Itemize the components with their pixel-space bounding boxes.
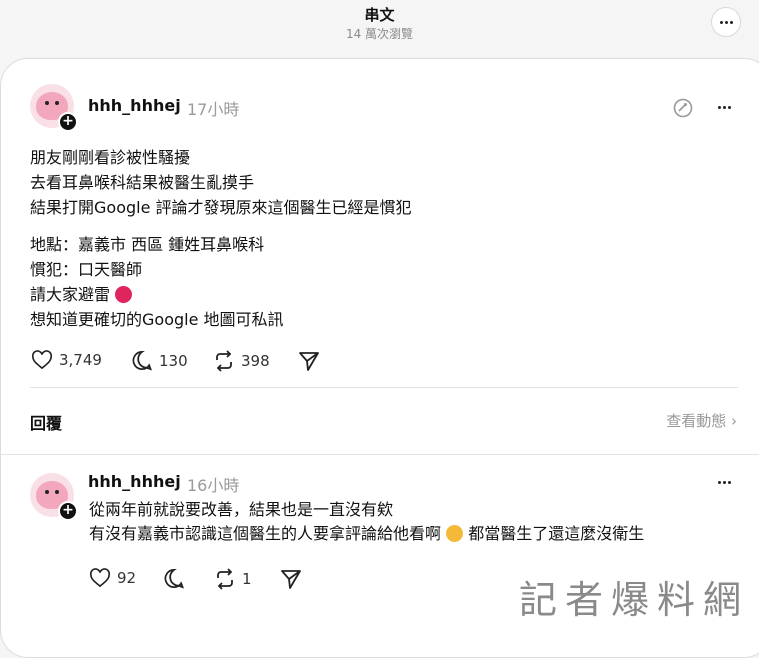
post-line: 想知道更確切的Google 地圖可私訊: [30, 310, 284, 329]
repost-count: 1: [242, 570, 252, 588]
reply-share-button[interactable]: [280, 568, 308, 590]
post-more-button[interactable]: [718, 106, 731, 109]
post-line: 朋友剛剛看診被性騷擾: [30, 148, 191, 167]
avatar[interactable]: +: [30, 473, 78, 521]
divider: [0, 454, 759, 455]
more-icon: [719, 20, 733, 24]
repost-button[interactable]: 398: [213, 350, 270, 372]
more-icon: [718, 106, 731, 109]
share-button[interactable]: [298, 350, 326, 372]
repost-count: 398: [241, 352, 270, 370]
reply-username[interactable]: hhh_hhhej: [88, 472, 181, 491]
activity-icon[interactable]: [672, 97, 694, 123]
replies-label: 回覆: [30, 414, 63, 433]
comment-button[interactable]: 130: [131, 350, 188, 371]
post-line: 地點：嘉義市 西區 鍾姓耳鼻喉科: [30, 235, 265, 254]
avatar[interactable]: +: [30, 84, 78, 132]
like-count: 3,749: [59, 351, 102, 369]
repost-icon: [217, 568, 233, 590]
follow-plus-icon[interactable]: +: [58, 501, 78, 521]
page-title: 串文: [364, 6, 395, 24]
shocked-face-emoji-icon: [446, 525, 464, 542]
post-line: 結果打開Google 評論才發現原來這個醫生已經是慣犯: [30, 198, 412, 217]
reply-comment-button[interactable]: [163, 568, 191, 589]
divider: [30, 387, 738, 388]
more-icon: [718, 481, 731, 484]
reply-more-button[interactable]: [718, 481, 731, 484]
top-bar: 串文 14 萬次瀏覽: [0, 0, 759, 58]
watermark: 記者爆料網: [518, 578, 749, 622]
post-line: 去看耳鼻喉科結果被醫生亂摸手: [30, 173, 255, 192]
like-count: 92: [117, 569, 137, 587]
post-body-paragraph-1: 朋友剛剛看診被性騷擾 去看耳鼻喉科結果被醫生亂摸手 結果打開Google 評論才…: [30, 145, 412, 220]
reply-body: 從兩年前就說要改善，結果也是一直沒有欸 有沒有嘉義市認識這個醫生的人要拿評論給他…: [89, 498, 644, 546]
comment-icon: [132, 351, 153, 371]
heart-icon: [31, 350, 53, 370]
angry-face-emoji-icon: [115, 286, 133, 303]
like-button[interactable]: 3,749: [31, 350, 102, 370]
view-activity-link[interactable]: 查看動態 ›: [666, 410, 737, 431]
comment-count: 130: [159, 351, 188, 370]
send-icon: [281, 570, 301, 589]
follow-plus-icon[interactable]: +: [58, 112, 78, 132]
chevron-right-icon: ›: [731, 412, 737, 430]
post-username[interactable]: hhh_hhhej: [88, 96, 181, 115]
post-line: 請大家避雷: [30, 282, 284, 307]
view-count: 14 萬次瀏覽: [345, 27, 414, 41]
reply-repost-button[interactable]: 1: [214, 568, 252, 590]
post-time[interactable]: 17小時: [187, 96, 239, 120]
reply-like-button[interactable]: 92: [89, 568, 136, 588]
post-line: 慣犯：口天醫師: [30, 260, 143, 279]
reply-line: 有沒有嘉義市認識這個醫生的人要拿評論給他看啊 都當醫生了還這麼沒衛生: [89, 524, 645, 543]
send-icon: [299, 352, 319, 371]
heart-icon: [89, 568, 111, 588]
repost-icon: [216, 350, 232, 372]
page-more-button[interactable]: [711, 7, 741, 37]
reply-time[interactable]: 16小時: [187, 472, 239, 496]
post-body-paragraph-2: 地點：嘉義市 西區 鍾姓耳鼻喉科 慣犯：口天醫師 請大家避雷 想知道更確切的Go…: [30, 232, 284, 332]
reply-line: 從兩年前就說要改善，結果也是一直沒有欸: [89, 500, 394, 519]
comment-icon: [164, 569, 185, 589]
